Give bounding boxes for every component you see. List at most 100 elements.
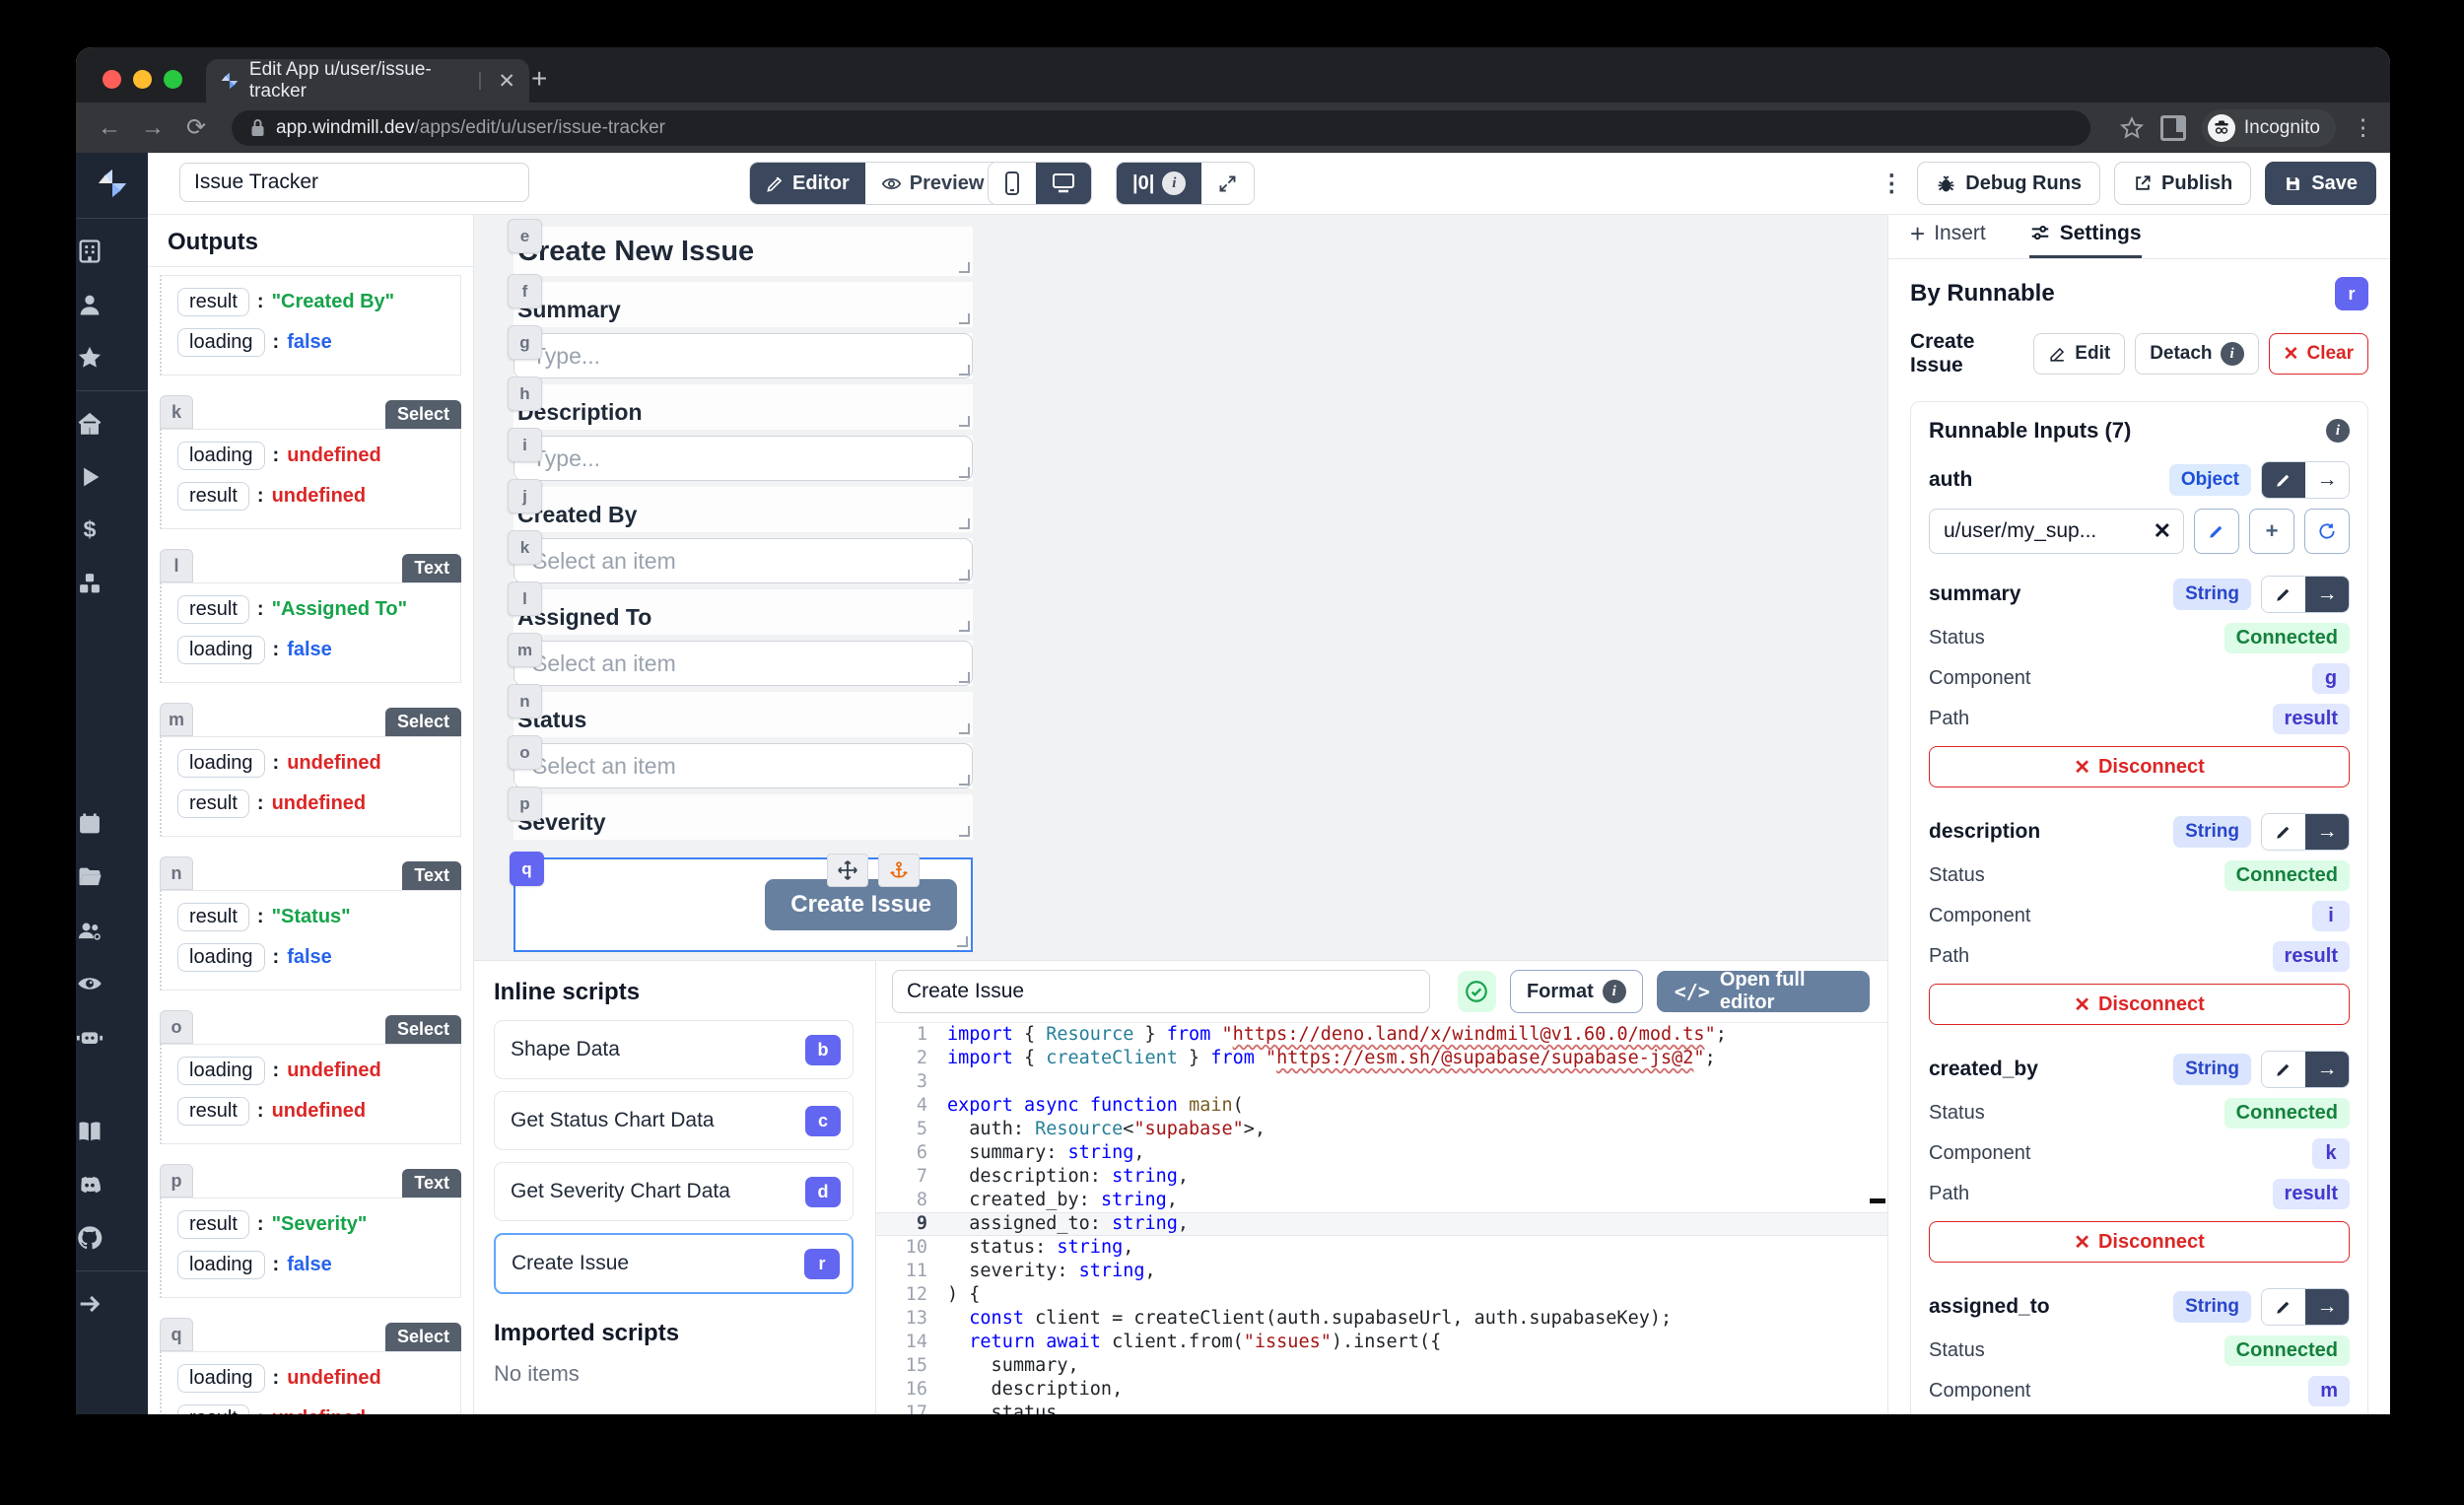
canvas-component-label[interactable]: Summaryf bbox=[513, 282, 973, 327]
output-key[interactable]: result bbox=[177, 595, 249, 624]
canvas-component-input[interactable]: Type...i bbox=[513, 436, 973, 481]
discord-icon[interactable] bbox=[76, 1158, 148, 1211]
code-line[interactable]: 12) { bbox=[876, 1283, 1887, 1307]
code-line[interactable]: 5 auth: Resource<"supabase">, bbox=[876, 1118, 1887, 1141]
star-icon[interactable] bbox=[76, 331, 148, 384]
output-card-body[interactable]: result:"Assigned To"loading:false bbox=[160, 582, 461, 683]
resize-handle-icon[interactable] bbox=[957, 936, 968, 947]
output-key[interactable]: loading bbox=[177, 749, 265, 778]
canvas-component-input[interactable]: Type...g bbox=[513, 333, 973, 378]
code-area[interactable]: 1import { Resource } from "https://deno.… bbox=[876, 1022, 1887, 1414]
output-card-body[interactable]: loading:undefinedresult:undefined bbox=[160, 736, 461, 837]
output-card-body[interactable]: loading:undefinedresult:undefined bbox=[160, 429, 461, 529]
edit-resource-button[interactable] bbox=[2194, 509, 2239, 554]
output-key[interactable]: result bbox=[177, 1210, 249, 1239]
code-line[interactable]: 14 return await client.from("issues").in… bbox=[876, 1331, 1887, 1354]
code-line[interactable]: 15 summary, bbox=[876, 1354, 1887, 1378]
preview-mode-button[interactable]: Preview bbox=[865, 163, 1000, 204]
debug-runs-button[interactable]: Debug Runs bbox=[1917, 162, 2100, 205]
canvas-component-label[interactable]: Statusn bbox=[513, 692, 973, 737]
reload-icon[interactable]: ⟳ bbox=[178, 113, 214, 142]
inline-script-item[interactable]: Create Issuer bbox=[494, 1233, 854, 1294]
zoom-window-button[interactable] bbox=[164, 70, 182, 89]
eye-icon[interactable] bbox=[76, 957, 148, 1010]
code-line[interactable]: 7 description: string, bbox=[876, 1165, 1887, 1189]
output-key[interactable]: loading bbox=[177, 1364, 265, 1393]
bookmark-star-icon[interactable] bbox=[2119, 115, 2145, 141]
output-key[interactable]: loading bbox=[177, 1251, 265, 1279]
resize-handle-icon[interactable] bbox=[959, 826, 970, 837]
new-tab-button[interactable]: + bbox=[531, 65, 547, 93]
code-line[interactable]: 2import { createClient } from "https://e… bbox=[876, 1047, 1887, 1070]
code-line[interactable]: 16 description, bbox=[876, 1378, 1887, 1402]
back-icon[interactable]: ← bbox=[92, 114, 127, 142]
output-card-body[interactable]: loading:undefinedresult:undefined bbox=[160, 1044, 461, 1144]
code-line[interactable]: 13 const client = createClient(auth.supa… bbox=[876, 1307, 1887, 1331]
home-icon[interactable] bbox=[76, 397, 148, 450]
calendar-icon[interactable] bbox=[76, 797, 148, 851]
user-icon[interactable] bbox=[76, 278, 148, 331]
static-mode-button[interactable] bbox=[2262, 1289, 2305, 1325]
select-input[interactable]: Select an item bbox=[513, 641, 973, 686]
github-icon[interactable] bbox=[76, 1211, 148, 1265]
code-line[interactable]: 17 status, bbox=[876, 1402, 1887, 1414]
anchor-icon[interactable] bbox=[878, 854, 920, 887]
inline-script-item[interactable]: Get Status Chart Datac bbox=[494, 1091, 854, 1150]
output-key[interactable]: loading bbox=[177, 442, 265, 470]
building-icon[interactable] bbox=[76, 225, 148, 278]
static-mode-button[interactable] bbox=[2262, 814, 2305, 850]
output-key[interactable]: loading bbox=[177, 1057, 265, 1085]
static-mode-button[interactable] bbox=[2262, 462, 2305, 498]
clear-resource-icon[interactable]: ✕ bbox=[2154, 518, 2171, 544]
robot-icon[interactable] bbox=[76, 1010, 148, 1063]
resize-handle-icon[interactable] bbox=[959, 672, 970, 683]
canvas-component-label[interactable]: Severityp bbox=[513, 794, 973, 840]
format-button[interactable]: Format i bbox=[1510, 970, 1643, 1013]
mobile-view-button[interactable] bbox=[989, 163, 1036, 204]
dollar-icon[interactable]: $ bbox=[76, 504, 148, 557]
canvas-component-button-container[interactable]: Create Issueq bbox=[513, 857, 973, 952]
connect-mode-button[interactable]: → bbox=[2305, 814, 2349, 850]
connect-mode-button[interactable]: → bbox=[2305, 1289, 2349, 1325]
refresh-resource-button[interactable] bbox=[2304, 509, 2350, 554]
output-key[interactable]: loading bbox=[177, 636, 265, 664]
output-key[interactable]: result bbox=[177, 288, 249, 316]
fullscreen-button[interactable] bbox=[1201, 163, 1254, 204]
app-name-input[interactable] bbox=[179, 163, 529, 202]
desktop-view-button[interactable] bbox=[1036, 163, 1091, 204]
tab-close-icon[interactable]: ✕ bbox=[498, 69, 515, 94]
connect-mode-button[interactable]: → bbox=[2305, 462, 2349, 498]
canvas-component-label[interactable]: Created Byj bbox=[513, 487, 973, 532]
inline-script-item[interactable]: Shape Datab bbox=[494, 1020, 854, 1079]
resize-handle-icon[interactable] bbox=[959, 416, 970, 427]
play-icon[interactable] bbox=[76, 450, 148, 504]
inline-script-item[interactable]: Get Severity Chart Datad bbox=[494, 1162, 854, 1221]
canvas-component-select[interactable]: Select an itemk bbox=[513, 538, 973, 583]
add-resource-button[interactable]: + bbox=[2249, 509, 2294, 554]
outputs-toggle-button[interactable]: |0| i bbox=[1117, 163, 1201, 204]
select-input[interactable]: Select an item bbox=[513, 538, 973, 583]
browser-menu-icon[interactable]: ⋮ bbox=[2352, 114, 2374, 141]
close-window-button[interactable] bbox=[103, 70, 121, 89]
resize-handle-icon[interactable] bbox=[959, 467, 970, 478]
output-key[interactable]: result bbox=[177, 903, 249, 931]
resize-handle-icon[interactable] bbox=[959, 313, 970, 324]
forward-icon[interactable]: → bbox=[135, 114, 171, 142]
canvas-component-label[interactable]: Assigned Tol bbox=[513, 589, 973, 635]
save-button[interactable]: Save bbox=[2265, 162, 2376, 205]
code-line[interactable]: 4export async function main( bbox=[876, 1094, 1887, 1118]
disconnect-button[interactable]: ✕Disconnect bbox=[1929, 746, 2350, 787]
output-key[interactable]: loading bbox=[177, 328, 265, 357]
editor-scrollbar[interactable] bbox=[1870, 1198, 1885, 1203]
code-line[interactable]: 8 created_by: string, bbox=[876, 1189, 1887, 1212]
text-input[interactable]: Type... bbox=[513, 436, 973, 481]
clear-button[interactable]: ✕ Clear bbox=[2269, 333, 2368, 375]
output-key[interactable]: result bbox=[177, 482, 249, 511]
output-key[interactable]: result bbox=[177, 789, 249, 818]
address-bar[interactable]: app.windmill.dev/apps/edit/u/user/issue-… bbox=[232, 110, 2090, 146]
open-full-editor-button[interactable]: </> Open full editor bbox=[1657, 971, 1870, 1012]
resize-handle-icon[interactable] bbox=[959, 775, 970, 786]
output-key[interactable]: loading bbox=[177, 943, 265, 972]
book-icon[interactable] bbox=[76, 1105, 148, 1158]
static-mode-button[interactable] bbox=[2262, 577, 2305, 612]
